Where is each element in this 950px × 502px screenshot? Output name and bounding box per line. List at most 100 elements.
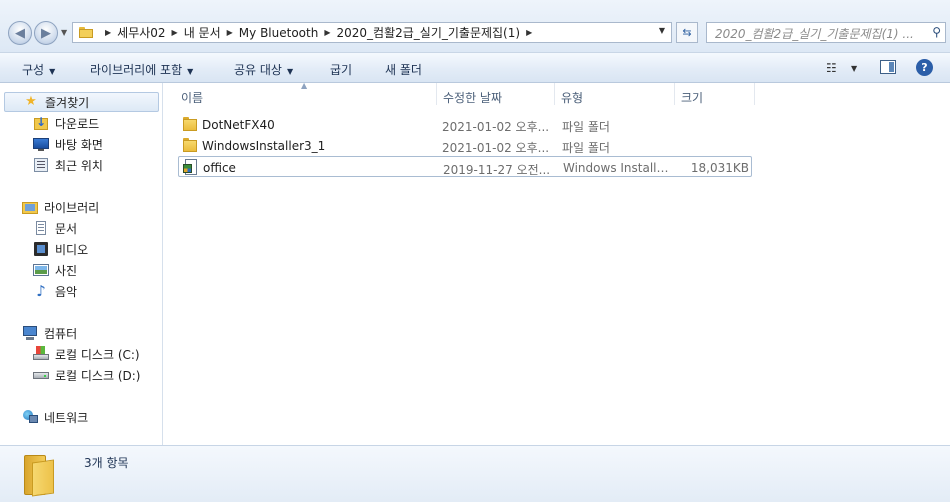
breadcrumb-item[interactable]: 내 문서 [184, 24, 221, 41]
file-type: 파일 폴더 [562, 141, 610, 155]
include-in-library-button[interactable]: 라이브러리에 포함 ▼ [90, 61, 193, 78]
system-drive-icon [33, 346, 49, 362]
new-folder-button[interactable]: 새 폴더 [385, 61, 422, 78]
column-header-name[interactable]: 이름 [175, 83, 437, 105]
nav-libraries-label: 라이브러리 [44, 200, 100, 215]
file-row[interactable]: office 2019-11-27 오전... Windows Installe… [178, 156, 752, 177]
organize-label: 구성 [22, 63, 45, 77]
downloads-icon [33, 114, 49, 131]
search-icon[interactable]: ⚲ [932, 25, 941, 39]
chevron-right-icon[interactable]: ▶ [324, 28, 330, 37]
folder-icon [22, 453, 62, 497]
library-icon [22, 199, 38, 215]
change-view-icon[interactable]: ☷ [826, 61, 837, 75]
chevron-right-icon[interactable]: ▶ [172, 28, 178, 37]
nav-desktop[interactable]: 바탕 화면 [33, 134, 103, 154]
nav-desktop-label: 바탕 화면 [55, 137, 103, 152]
nav-drive-c-label: 로컬 디스크 (C:) [55, 347, 140, 362]
file-row[interactable]: DotNetFX40 2021-01-02 오후... 파일 폴더 [178, 114, 752, 135]
nav-pictures[interactable]: 사진 [33, 260, 77, 280]
nav-drive-c[interactable]: 로컬 디스크 (C:) [33, 344, 140, 364]
forward-button[interactable]: ▶ [34, 21, 58, 45]
help-icon[interactable]: ? [916, 59, 933, 76]
nav-documents[interactable]: 문서 [33, 218, 77, 238]
address-bar-row: ◀ ▶ ▼ ▶ 세무사02 ▶ 내 문서 ▶ My Bluetooth ▶ 20… [0, 0, 950, 52]
breadcrumb-item[interactable]: 세무사02 [117, 24, 165, 41]
nav-drive-d-label: 로컬 디스크 (D:) [55, 368, 141, 383]
file-list: ▲ 이름 수정한 날짜 유형 크기 DotNetFX40 2021-01-02 … [163, 81, 950, 445]
music-note-icon: ♪ [36, 282, 46, 300]
nav-videos-label: 비디오 [55, 242, 89, 257]
search-input[interactable]: 2020_컴활2급_실기_기출문제집(1) ... ⚲ [706, 22, 946, 43]
forward-arrow-icon: ▶ [41, 25, 51, 41]
back-button[interactable]: ◀ [8, 21, 32, 45]
include-in-library-label: 라이브러리에 포함 [90, 63, 183, 77]
nav-recent-places[interactable]: 최근 위치 [33, 155, 103, 175]
chevron-down-icon: ▼ [286, 67, 294, 76]
file-date-modified: 2019-11-27 오전... [443, 163, 551, 177]
documents-icon [33, 220, 49, 236]
chevron-right-icon[interactable]: ▶ [105, 28, 111, 37]
nav-favorites[interactable]: ★ 즐겨찾기 [4, 92, 159, 112]
column-header-size[interactable]: 크기 [675, 83, 755, 105]
recent-pages-dropdown[interactable]: ▼ [61, 28, 67, 37]
item-count: 3개 항목 [84, 456, 129, 470]
burn-label: 굽기 [330, 63, 353, 77]
file-size: 18,031KB [690, 161, 749, 175]
folder-icon [183, 117, 197, 131]
share-with-label: 공유 대상 [234, 63, 282, 77]
file-date-modified: 2021-01-02 오후... [442, 120, 550, 134]
search-placeholder: 2020_컴활2급_실기_기출문제집(1) ... [715, 27, 914, 41]
command-bar: 구성 ▼ 라이브러리에 포함 ▼ 공유 대상 ▼ 굽기 새 폴더 ☷ ▼ ? [0, 52, 950, 83]
navigation-pane: ★ 즐겨찾기 다운로드 바탕 화면 최근 위치 라이브러리 문서 비디오 사진 ♪… [0, 83, 163, 445]
file-row[interactable]: WindowsInstaller3_1 2021-01-02 오후... 파일 … [178, 135, 752, 156]
column-header-date-modified[interactable]: 수정한 날짜 [437, 83, 555, 105]
nav-computer[interactable]: 컴퓨터 [22, 323, 77, 343]
hard-drive-icon [33, 367, 49, 383]
recent-places-icon [33, 157, 49, 173]
organize-button[interactable]: 구성 ▼ [22, 61, 55, 78]
computer-icon [22, 325, 38, 341]
network-icon [22, 409, 38, 425]
burn-button[interactable]: 굽기 [330, 61, 352, 78]
nav-computer-label: 컴퓨터 [44, 326, 78, 341]
file-name: WindowsInstaller3_1 [202, 139, 326, 153]
file-type: 파일 폴더 [562, 120, 610, 134]
nav-music[interactable]: ♪ 음악 [33, 281, 77, 301]
file-name: office [203, 161, 236, 175]
pictures-icon [33, 262, 49, 278]
nav-network[interactable]: 네트워크 [22, 407, 88, 427]
windows-installer-icon [183, 159, 199, 175]
file-type: Windows Installer... [563, 161, 673, 175]
nav-network-label: 네트워크 [44, 410, 89, 425]
nav-drive-d[interactable]: 로컬 디스크 (D:) [33, 365, 140, 385]
video-icon [33, 241, 49, 257]
nav-favorites-label: 즐겨찾기 [45, 95, 90, 110]
nav-documents-label: 문서 [55, 221, 78, 236]
nav-downloads-label: 다운로드 [55, 116, 100, 131]
refresh-button[interactable]: ⇆ [676, 22, 698, 43]
nav-videos[interactable]: 비디오 [33, 239, 88, 259]
chevron-right-icon[interactable]: ▶ [526, 28, 532, 37]
file-name: DotNetFX40 [202, 118, 275, 132]
nav-downloads[interactable]: 다운로드 [33, 113, 99, 133]
chevron-right-icon[interactable]: ▶ [227, 28, 233, 37]
share-with-button[interactable]: 공유 대상 ▼ [234, 61, 293, 78]
desktop-icon [33, 136, 49, 152]
chevron-down-icon: ▼ [187, 67, 194, 76]
address-bar[interactable]: ▶ 세무사02 ▶ 내 문서 ▶ My Bluetooth ▶ 2020_컴활2… [72, 22, 672, 43]
star-icon: ★ [25, 94, 37, 109]
folder-icon [79, 27, 93, 38]
back-arrow-icon: ◀ [15, 25, 25, 41]
column-header-type[interactable]: 유형 [555, 83, 675, 105]
breadcrumb-item[interactable]: My Bluetooth [239, 26, 319, 40]
nav-recent-places-label: 최근 위치 [55, 158, 103, 173]
preview-pane-icon[interactable] [880, 60, 896, 74]
new-folder-label: 새 폴더 [385, 63, 422, 77]
nav-music-label: 음악 [55, 284, 78, 299]
nav-libraries[interactable]: 라이브러리 [22, 197, 99, 217]
view-options-dropdown-icon[interactable]: ▼ [851, 64, 857, 73]
refresh-icon: ⇆ [682, 26, 692, 39]
address-history-dropdown-icon[interactable]: ▼ [659, 26, 665, 35]
breadcrumb-item[interactable]: 2020_컴활2급_실기_기출문제집(1) [336, 24, 520, 41]
